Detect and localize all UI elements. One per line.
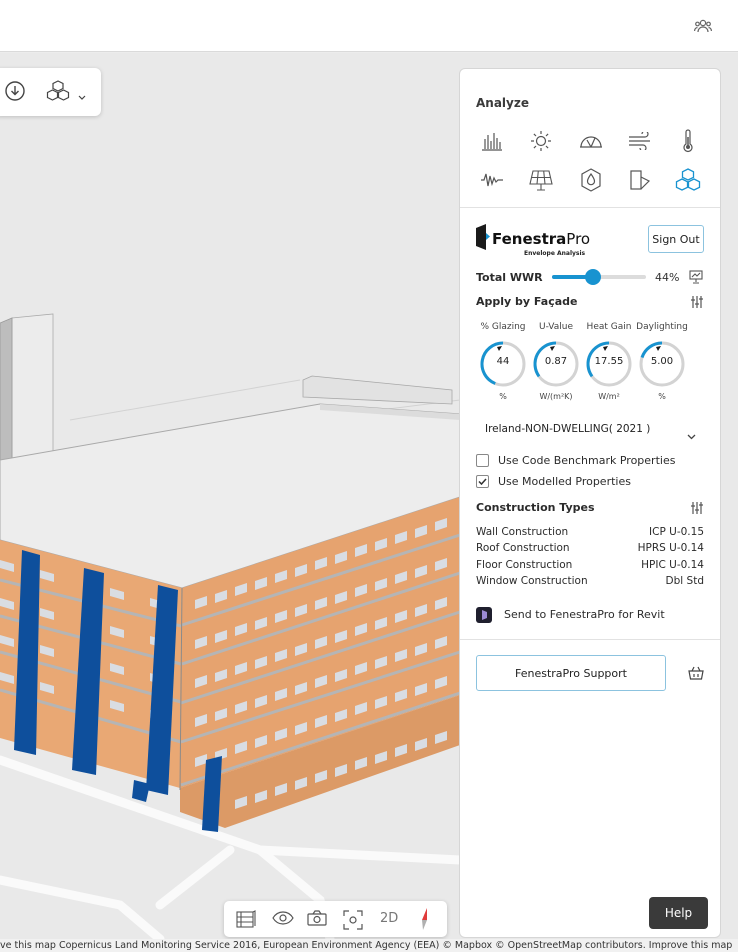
- gauge-ring: 5.00: [638, 340, 686, 388]
- checkbox-box[interactable]: [476, 475, 489, 488]
- construction-name: Roof Construction: [476, 542, 570, 554]
- construction-value: ICP U-0.15: [649, 526, 704, 538]
- check-mark-icon: [478, 478, 487, 486]
- divider: [460, 207, 720, 208]
- thermometer-icon[interactable]: [674, 127, 702, 155]
- construction-row-wall: Wall Construction ICP U-0.15: [476, 526, 704, 540]
- checkbox-label: Use Modelled Properties: [498, 475, 631, 488]
- construction-row-floor: Floor Construction HPIC U-0.14: [476, 559, 704, 573]
- chevron-down-icon[interactable]: [78, 86, 86, 105]
- gauge-value: 0.87: [544, 356, 568, 367]
- gauge-title: % Glazing: [480, 322, 526, 332]
- gauge-u-value[interactable]: U-Value 0.87 W/(m²K): [529, 322, 583, 401]
- view-toolbar: [0, 68, 101, 116]
- waveform-icon[interactable]: [478, 166, 506, 194]
- gauge-value: 44: [496, 356, 510, 367]
- construction-value: HPIC U-0.14: [641, 559, 704, 571]
- gauge-title: Heat Gain: [586, 322, 632, 332]
- checkbox-box[interactable]: [476, 454, 489, 467]
- checkbox-label: Use Code Benchmark Properties: [498, 454, 676, 467]
- total-wwr-slider[interactable]: [552, 269, 646, 285]
- help-button[interactable]: Help: [649, 897, 708, 929]
- modelled-properties-checkbox[interactable]: Use Modelled Properties: [476, 474, 706, 490]
- gauge-value: 17.55: [594, 356, 624, 367]
- construction-name: Wall Construction: [476, 526, 569, 538]
- apply-by-facade-label: Apply by Façade: [476, 295, 578, 308]
- sign-out-button[interactable]: Sign Out: [648, 225, 704, 253]
- gauge-heat-gain[interactable]: Heat Gain 17.55 W/m²: [582, 322, 636, 401]
- water-drop-icon[interactable]: [577, 166, 605, 194]
- collaborators-icon[interactable]: [694, 18, 712, 38]
- download-icon[interactable]: [4, 80, 26, 106]
- construction-row-roof: Roof Construction HPRS U-0.14: [476, 542, 704, 556]
- construction-value: HPRS U-0.14: [637, 542, 704, 554]
- gauge-marker: [603, 346, 608, 351]
- construction-name: Window Construction: [476, 575, 588, 587]
- gauge-daylighting[interactable]: Daylighting 5.00 %: [635, 322, 689, 401]
- cubes-active-icon[interactable]: [674, 166, 702, 194]
- cubes-icon[interactable]: [46, 80, 70, 106]
- sun-icon[interactable]: [527, 127, 555, 155]
- gauge-marker: [656, 346, 661, 351]
- gauge-title: U-Value: [538, 322, 574, 332]
- total-wwr-value: 44%: [655, 271, 680, 284]
- camera-icon[interactable]: [307, 910, 327, 930]
- gauge-ring: 0.87: [532, 340, 580, 388]
- gauge-marker: [550, 346, 555, 351]
- brand-light: Pro: [566, 230, 591, 248]
- gauge-marker: [497, 346, 502, 351]
- gauge-title: Daylighting: [636, 322, 688, 332]
- map-grid-icon[interactable]: [236, 910, 256, 932]
- sliders-icon[interactable]: [690, 500, 704, 519]
- divider: [460, 639, 720, 640]
- total-wwr-label: Total WWR: [476, 271, 543, 284]
- construction-row-window: Window Construction Dbl Std: [476, 575, 704, 589]
- standard-select[interactable]: Ireland-NON-DWELLING( 2021 ): [476, 417, 704, 443]
- gauge-glazing[interactable]: % Glazing 44 %: [476, 322, 530, 401]
- construction-name: Floor Construction: [476, 559, 573, 571]
- brand-subtitle: Envelope Analysis: [524, 250, 586, 257]
- sliders-icon[interactable]: [690, 294, 704, 313]
- analysis-panel: Analyze FenestraPro Envelope Analysis Si…: [459, 68, 721, 938]
- compass-icon[interactable]: [418, 907, 432, 935]
- basket-icon[interactable]: [688, 665, 704, 684]
- gauge-unit: %: [658, 392, 666, 401]
- solar-panel-icon[interactable]: [527, 166, 555, 194]
- gauge-ring: 44: [479, 340, 527, 388]
- chevron-down-icon: [687, 425, 696, 444]
- gauge-unit: W/(m²K): [539, 392, 573, 401]
- presentation-icon[interactable]: [688, 269, 704, 288]
- send-to-revit-link[interactable]: Send to FenestraPro for Revit: [476, 606, 706, 624]
- top-bar: [0, 0, 738, 52]
- code-benchmark-checkbox[interactable]: Use Code Benchmark Properties: [476, 453, 706, 469]
- construction-value: Dbl Std: [665, 575, 704, 587]
- eye-icon[interactable]: [272, 910, 294, 930]
- fenestrapro-revit-icon: [476, 607, 492, 623]
- solar-arc-icon[interactable]: [577, 127, 605, 155]
- gauge-ring: 17.55: [585, 340, 633, 388]
- gauge-unit: %: [499, 392, 507, 401]
- toggle-2d-button[interactable]: 2D: [380, 911, 398, 926]
- send-to-revit-label: Send to FenestraPro for Revit: [504, 608, 665, 621]
- wind-icon[interactable]: [626, 127, 654, 155]
- gauge-value: 5.00: [650, 356, 674, 367]
- map-attribution[interactable]: ve this map Copernicus Land Monitoring S…: [0, 939, 738, 952]
- fenestrapro-support-button[interactable]: FenestraPro Support: [476, 655, 666, 691]
- standard-select-value: Ireland-NON-DWELLING( 2021 ): [485, 423, 651, 435]
- construction-types-label: Construction Types: [476, 501, 595, 514]
- brand-bold: Fenestra: [492, 230, 567, 248]
- gauge-unit: W/m²: [598, 392, 620, 401]
- facade-icon[interactable]: [626, 166, 654, 194]
- bottom-toolbar: 2D: [224, 901, 447, 937]
- analyze-title: Analyze: [476, 96, 529, 110]
- fenestrapro-logo: FenestraPro Envelope Analysis: [476, 224, 596, 258]
- focus-icon[interactable]: [343, 910, 363, 934]
- bar-chart-icon[interactable]: [478, 127, 506, 155]
- slider-thumb[interactable]: [585, 269, 602, 285]
